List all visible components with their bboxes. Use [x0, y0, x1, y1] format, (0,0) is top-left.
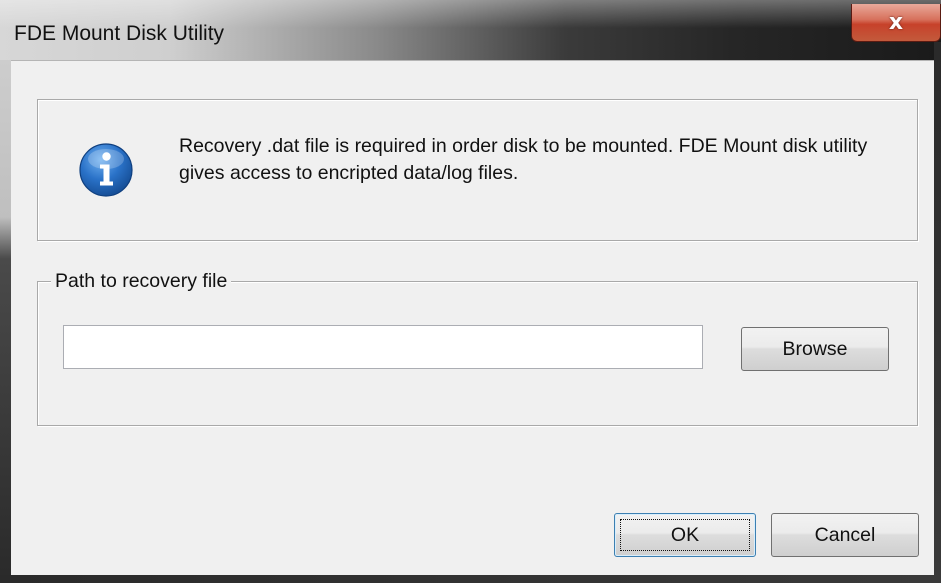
dialog-client-area: Recovery .dat file is required in order … — [11, 60, 934, 575]
info-message: Recovery .dat file is required in order … — [179, 135, 868, 184]
recovery-file-group-label: Path to recovery file — [51, 269, 232, 293]
close-icon: x — [888, 10, 904, 35]
close-button[interactable]: x — [851, 4, 941, 42]
info-icon — [79, 143, 133, 197]
cancel-button[interactable]: Cancel — [771, 513, 919, 557]
window-title: FDE Mount Disk Utility — [14, 22, 225, 45]
recovery-path-input[interactable] — [63, 325, 703, 369]
dialog-window: FDE Mount Disk Utility x Recovery .dat f… — [0, 0, 941, 583]
title-bar[interactable]: FDE Mount Disk Utility — [0, 0, 941, 60]
window-frame-right — [934, 42, 941, 583]
browse-button[interactable]: Browse — [741, 327, 889, 371]
window-frame-bottom — [0, 575, 941, 583]
info-panel: Recovery .dat file is required in order … — [37, 99, 918, 241]
ok-button-label: OK — [670, 523, 700, 546]
window-frame-left — [0, 60, 11, 583]
ok-button[interactable]: OK — [614, 513, 756, 557]
